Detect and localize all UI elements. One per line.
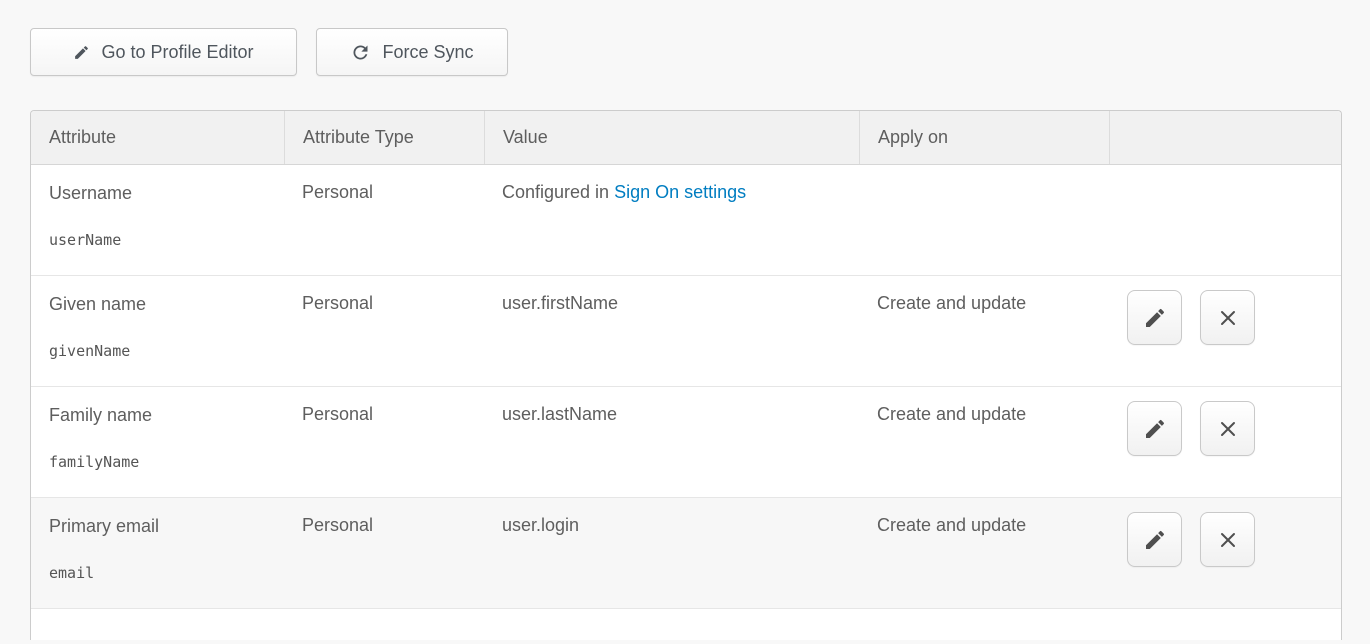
actions-cell: [1109, 498, 1341, 608]
value-text: Configured in: [502, 182, 614, 202]
table-row: Family name familyName Personal user.las…: [31, 387, 1341, 498]
attribute-variable-name: familyName: [49, 453, 270, 471]
delete-attribute-button[interactable]: [1200, 512, 1255, 567]
attribute-label: Username: [49, 182, 270, 204]
value-cell: [484, 609, 859, 640]
column-header-apply-on: Apply on: [859, 111, 1109, 164]
value-cell: user.firstName: [484, 276, 859, 386]
delete-attribute-button[interactable]: [1200, 290, 1255, 345]
column-header-value: Value: [484, 111, 859, 164]
delete-attribute-button[interactable]: [1200, 401, 1255, 456]
apply-on-cell: Create and update: [859, 276, 1109, 386]
apply-on-cell: Create and update: [859, 498, 1109, 608]
attribute-cell: Family name familyName: [31, 387, 284, 497]
attribute-cell: Given name givenName: [31, 276, 284, 386]
column-header-attribute: Attribute: [31, 111, 284, 164]
table-row: Username userName Personal Configured in…: [31, 165, 1341, 276]
pencil-icon: [73, 44, 90, 61]
edit-attribute-button[interactable]: [1127, 401, 1182, 456]
column-header-attribute-type: Attribute Type: [284, 111, 484, 164]
attribute-cell: Username userName: [31, 165, 284, 275]
table-row: Primary email email Personal user.login …: [31, 498, 1341, 609]
attribute-variable-name: givenName: [49, 342, 270, 360]
attribute-cell: [31, 609, 284, 640]
pencil-icon: [1143, 306, 1167, 330]
x-icon: [1216, 306, 1240, 330]
actions-cell: [1109, 165, 1341, 275]
attribute-mapping-table: Attribute Attribute Type Value Apply on …: [30, 110, 1342, 640]
x-icon: [1216, 528, 1240, 552]
column-header-actions: [1109, 111, 1341, 164]
go-to-profile-editor-button[interactable]: Go to Profile Editor: [30, 28, 297, 76]
table-header: Attribute Attribute Type Value Apply on: [31, 111, 1341, 165]
pencil-icon: [1143, 528, 1167, 552]
pencil-icon: [1143, 417, 1167, 441]
attribute-label: Family name: [49, 404, 270, 426]
value-cell: user.lastName: [484, 387, 859, 497]
attribute-variable-name: email: [49, 564, 270, 582]
table-row: Given name givenName Personal user.first…: [31, 276, 1341, 387]
x-icon: [1216, 417, 1240, 441]
apply-on-cell: [859, 609, 1109, 640]
attribute-type-cell: Personal: [284, 498, 484, 608]
table-row-partial: [31, 609, 1341, 640]
actions-cell: [1109, 276, 1341, 386]
sign-on-settings-link[interactable]: Sign On settings: [614, 182, 746, 202]
go-to-profile-editor-label: Go to Profile Editor: [101, 42, 253, 63]
force-sync-button[interactable]: Force Sync: [316, 28, 508, 76]
actions-cell: [1109, 609, 1341, 640]
value-cell: Configured in Sign On settings: [484, 165, 859, 275]
edit-attribute-button[interactable]: [1127, 512, 1182, 567]
attribute-type-cell: Personal: [284, 165, 484, 275]
attribute-type-cell: [284, 609, 484, 640]
attribute-cell: Primary email email: [31, 498, 284, 608]
refresh-icon: [350, 42, 371, 63]
attribute-label: Primary email: [49, 515, 270, 537]
apply-on-cell: Create and update: [859, 387, 1109, 497]
apply-on-cell: [859, 165, 1109, 275]
force-sync-label: Force Sync: [382, 42, 473, 63]
actions-cell: [1109, 387, 1341, 497]
toolbar: Go to Profile Editor Force Sync: [30, 28, 508, 76]
attribute-variable-name: userName: [49, 231, 270, 249]
attribute-mappings-page: Go to Profile Editor Force Sync Attribut…: [0, 0, 1370, 644]
edit-attribute-button[interactable]: [1127, 290, 1182, 345]
attribute-label: Given name: [49, 293, 270, 315]
attribute-type-cell: Personal: [284, 387, 484, 497]
attribute-type-cell: Personal: [284, 276, 484, 386]
value-cell: user.login: [484, 498, 859, 608]
